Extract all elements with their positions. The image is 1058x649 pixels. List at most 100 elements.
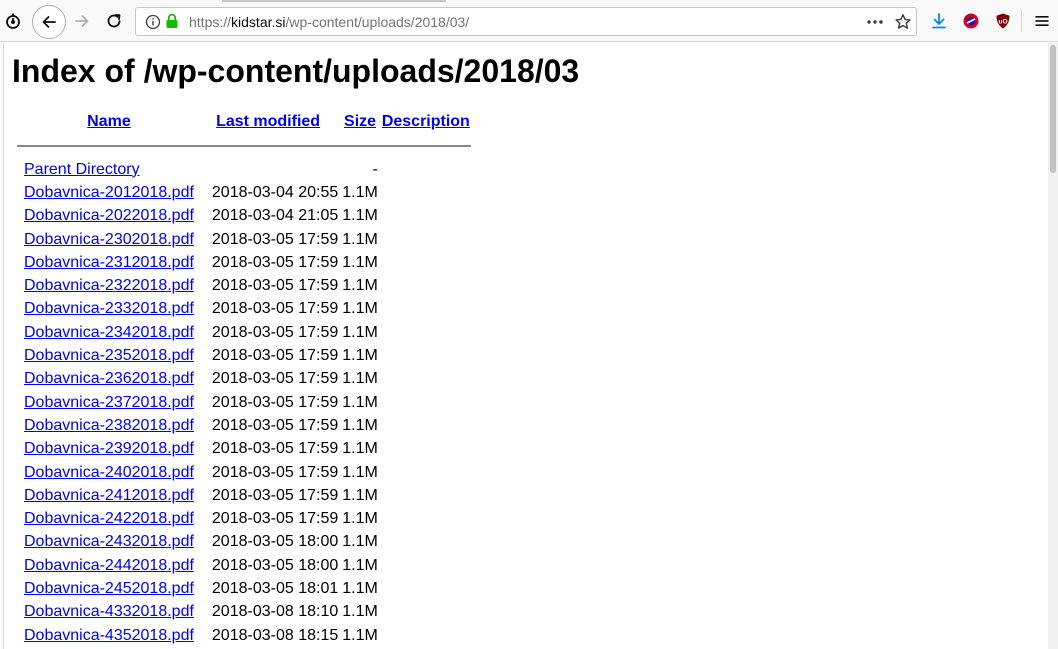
- file-row: Dobavnica-2372018.pdf 2018-03-05 17:59 1.1…: [17, 392, 471, 413]
- file-description: [381, 485, 471, 506]
- sort-by-name-link[interactable]: Name: [87, 113, 131, 130]
- file-row: Dobavnica-2012018.pdf 2018-03-04 20:55 1.1…: [17, 182, 471, 203]
- file-row: Dobavnica-2352018.pdf 2018-03-05 17:59 1.1…: [17, 345, 471, 366]
- file-description: [381, 555, 471, 576]
- file-last-modified: 2018-03-05 17:59: [211, 323, 339, 341]
- file-link[interactable]: Dobavnica-4332018.pdf: [24, 603, 194, 620]
- file-row: Dobavnica-2322018.pdf 2018-03-05 17:59 1.1…: [17, 275, 471, 296]
- url-bar[interactable]: https://kidstar.si/wp-content/uploads/20…: [135, 7, 917, 36]
- file-last-modified: 2018-03-05 17:59: [211, 510, 339, 528]
- hamburger-menu-icon: [1035, 16, 1049, 26]
- file-last-modified: 2018-03-05 18:00: [211, 556, 339, 574]
- file-link[interactable]: Dobavnica-2452018.pdf: [24, 580, 194, 597]
- forward-arrow-icon: [75, 15, 89, 27]
- file-link[interactable]: Dobavnica-2302018.pdf: [24, 231, 194, 248]
- file-size: 1.1M: [342, 347, 378, 365]
- file-row: Dobavnica-2342018.pdf 2018-03-05 17:59 1.1…: [17, 322, 471, 343]
- back-arrow-icon: [42, 16, 56, 28]
- file-row: Dobavnica-2312018.pdf 2018-03-05 17:59 1.1…: [17, 252, 471, 273]
- file-row: Dobavnica-4352018.pdf 2018-03-08 18:15 1.1…: [17, 625, 471, 646]
- file-link[interactable]: Dobavnica-2422018.pdf: [24, 510, 194, 527]
- name-column-header: Name: [23, 111, 195, 133]
- file-row: Dobavnica-2422018.pdf 2018-03-05 17:59 1.1…: [17, 508, 471, 529]
- reload-button[interactable]: [104, 11, 124, 31]
- file-size: 1.1M: [342, 393, 378, 411]
- downloads-button[interactable]: [929, 11, 949, 31]
- file-last-modified: 2018-03-05 17:59: [211, 253, 339, 271]
- forward-button[interactable]: [72, 11, 92, 31]
- file-description: [381, 439, 471, 460]
- file-row: Dobavnica-2402018.pdf 2018-03-05 17:59 1.1…: [17, 462, 471, 483]
- file-description: [381, 508, 471, 529]
- file-link[interactable]: Dobavnica-2412018.pdf: [24, 487, 194, 504]
- file-last-modified: 2018-03-04 21:05: [211, 207, 339, 225]
- file-last-modified: 2018-03-05 18:01: [211, 579, 339, 597]
- file-row: Dobavnica-2442018.pdf 2018-03-05 18:00 1.1…: [17, 555, 471, 576]
- file-link[interactable]: Dobavnica-2362018.pdf: [24, 370, 194, 387]
- info-icon[interactable]: [145, 14, 161, 35]
- file-description: [381, 275, 471, 296]
- url-text[interactable]: https://kidstar.si/wp-content/uploads/20…: [189, 14, 469, 30]
- page-actions-icon[interactable]: [866, 14, 884, 35]
- file-row: Dobavnica-2392018.pdf 2018-03-05 17:59 1.1…: [17, 439, 471, 460]
- file-link[interactable]: Dobavnica-2322018.pdf: [24, 277, 194, 294]
- header-divider: [17, 145, 471, 147]
- file-link[interactable]: Dobavnica-2012018.pdf: [24, 184, 194, 201]
- file-link[interactable]: Dobavnica-2392018.pdf: [24, 440, 194, 457]
- file-link[interactable]: Dobavnica-2312018.pdf: [24, 254, 194, 271]
- header-divider-row: [17, 135, 471, 157]
- file-link[interactable]: Dobavnica-2372018.pdf: [24, 394, 194, 411]
- download-icon: [932, 13, 946, 29]
- tracking-icon[interactable]: [3, 11, 23, 31]
- sort-by-last-modified-link[interactable]: Last modified: [216, 113, 320, 130]
- file-size: 1.1M: [342, 277, 378, 295]
- file-description: [381, 322, 471, 343]
- file-size: 1.1M: [342, 370, 378, 388]
- file-size: 1.1M: [342, 486, 378, 504]
- description-column-header: Description: [381, 111, 471, 133]
- file-link[interactable]: Dobavnica-2402018.pdf: [24, 464, 194, 481]
- parent-directory-link[interactable]: Parent Directory: [24, 161, 140, 178]
- file-link[interactable]: Dobavnica-2352018.pdf: [24, 347, 194, 364]
- file-description: [381, 369, 471, 390]
- last-modified-column-header: Last modified: [197, 111, 339, 133]
- vertical-scrollbar[interactable]: [1048, 43, 1058, 649]
- file-description: [381, 252, 471, 273]
- file-row: Dobavnica-2302018.pdf 2018-03-05 17:59 1.1…: [17, 229, 471, 250]
- file-last-modified: 2018-03-05 17:59: [211, 393, 339, 411]
- file-last-modified: 2018-03-05 17:59: [211, 416, 339, 434]
- sort-by-description-link[interactable]: Description: [382, 113, 470, 130]
- ublock-button[interactable]: uO: [993, 11, 1013, 31]
- file-link[interactable]: Dobavnica-2022018.pdf: [24, 207, 194, 224]
- file-description: [381, 206, 471, 227]
- menu-button[interactable]: [1032, 11, 1052, 31]
- reload-icon: [107, 14, 121, 28]
- file-row: Dobavnica-2362018.pdf 2018-03-05 17:59 1.1…: [17, 369, 471, 390]
- file-size: 1.1M: [342, 183, 378, 201]
- file-size: 1.1M: [342, 416, 378, 434]
- file-link[interactable]: Dobavnica-2382018.pdf: [24, 417, 194, 434]
- extension-button[interactable]: [961, 11, 981, 31]
- file-last-modified: 2018-03-08 18:10: [211, 603, 339, 621]
- file-description: [381, 345, 471, 366]
- file-last-modified: 2018-03-08 18:15: [211, 626, 339, 644]
- file-link[interactable]: Dobavnica-2332018.pdf: [24, 300, 194, 317]
- file-size: 1.1M: [342, 533, 378, 551]
- sort-by-size-link[interactable]: Size: [344, 113, 376, 130]
- file-last-modified: 2018-03-04 20:55: [211, 183, 339, 201]
- file-size: 1.1M: [342, 603, 378, 621]
- scrollbar-thumb[interactable]: [1050, 45, 1056, 173]
- file-link[interactable]: Dobavnica-2432018.pdf: [24, 533, 194, 550]
- icon-column-header: [17, 111, 21, 133]
- bookmark-star-icon[interactable]: [894, 13, 912, 36]
- file-row: Dobavnica-2332018.pdf 2018-03-05 17:59 1.1…: [17, 299, 471, 320]
- ublock-shield-icon: uO: [996, 13, 1010, 29]
- active-tab-indicator: [222, 0, 446, 2]
- file-description: [381, 415, 471, 436]
- file-link[interactable]: Dobavnica-2342018.pdf: [24, 324, 194, 341]
- file-link[interactable]: Dobavnica-2442018.pdf: [24, 557, 194, 574]
- file-size: 1.1M: [342, 579, 378, 597]
- back-button[interactable]: [32, 5, 66, 39]
- lock-icon[interactable]: [165, 13, 179, 34]
- file-link[interactable]: Dobavnica-4352018.pdf: [24, 627, 194, 644]
